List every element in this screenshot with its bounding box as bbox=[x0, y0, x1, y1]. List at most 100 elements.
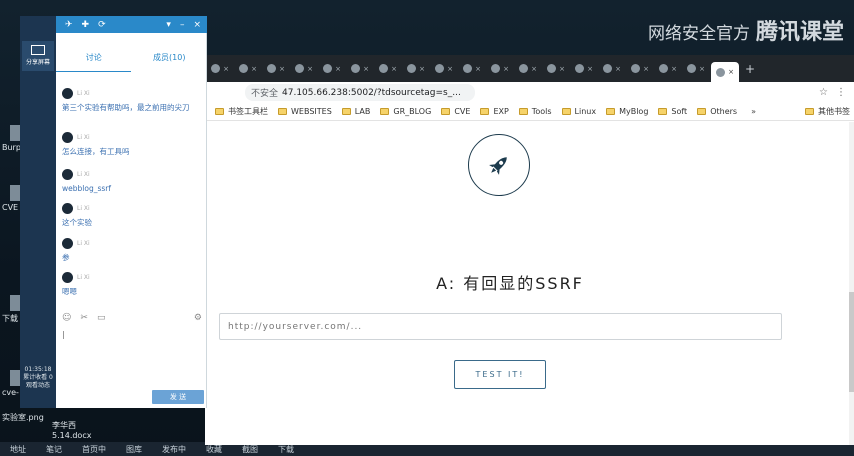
close-icon[interactable]: × bbox=[193, 20, 201, 30]
dropdown-icon[interactable]: ▾ bbox=[166, 20, 171, 30]
not-secure-label[interactable]: 不安全 bbox=[251, 86, 278, 99]
browser-tab[interactable]: × bbox=[403, 61, 429, 77]
taskbar-item[interactable]: 收藏 bbox=[206, 444, 222, 455]
minimize-icon[interactable]: – bbox=[180, 20, 185, 30]
page-title: A: 有回显的SSRF bbox=[436, 274, 584, 293]
browser-tab[interactable]: × bbox=[487, 61, 513, 77]
browser-tab[interactable]: × bbox=[459, 61, 485, 77]
url-input[interactable] bbox=[219, 313, 782, 340]
image-icon[interactable]: ▭ bbox=[97, 313, 106, 323]
browser-tab[interactable]: × bbox=[235, 61, 261, 77]
close-tab-icon[interactable]: × bbox=[671, 65, 677, 73]
watermark-text: 网络安全官方 bbox=[647, 24, 750, 44]
close-tab-icon[interactable]: × bbox=[503, 65, 509, 73]
close-tab-icon[interactable]: × bbox=[615, 65, 621, 73]
close-tab-icon[interactable]: × bbox=[307, 65, 313, 73]
close-tab-icon[interactable]: × bbox=[223, 65, 229, 73]
folder-icon bbox=[697, 108, 707, 115]
chat-app-sidebar: 分享屏幕 01:35:18 累计收看 0 观看动态 bbox=[20, 16, 56, 408]
bookmarks-more-button[interactable]: » bbox=[751, 107, 756, 116]
tab-discussion[interactable]: 讨论 bbox=[56, 52, 132, 72]
taskbar-item[interactable]: 笔记 bbox=[46, 444, 62, 455]
favicon-icon bbox=[239, 64, 249, 73]
close-tab-icon[interactable]: × bbox=[419, 65, 425, 73]
browser-tab[interactable]: × bbox=[375, 61, 401, 77]
browser-tab[interactable]: × bbox=[543, 61, 569, 77]
menu-icon[interactable]: ⋮ bbox=[836, 87, 846, 98]
close-tab-icon[interactable]: × bbox=[335, 65, 341, 73]
bookmark-folder[interactable]: Linux bbox=[561, 107, 596, 116]
send-button[interactable]: 发 送 bbox=[152, 390, 204, 404]
chat-message: Li Xi 第三个实验有帮助吗，最之前用的尖刀 bbox=[62, 88, 204, 113]
expand-icon[interactable]: ✚ bbox=[82, 20, 90, 30]
taskbar-item[interactable]: 下载 bbox=[278, 444, 294, 455]
taskbar-item[interactable]: 首页中 bbox=[82, 444, 106, 455]
close-tab-icon[interactable]: × bbox=[531, 65, 537, 73]
browser-tab[interactable]: × bbox=[347, 61, 373, 77]
browser-tab[interactable]: × bbox=[627, 61, 653, 77]
avatar bbox=[62, 88, 73, 99]
star-icon[interactable]: ☆ bbox=[819, 87, 828, 98]
close-tab-icon[interactable]: × bbox=[643, 65, 649, 73]
chat-message: Li Xi 参 bbox=[62, 238, 204, 263]
bookmark-folder[interactable]: GR_BLOG bbox=[380, 107, 431, 116]
url-text[interactable]: 47.105.66.238:5002/?tdsourcetag=s_... bbox=[282, 88, 461, 98]
browser-tab[interactable]: × bbox=[319, 61, 345, 77]
avatar bbox=[62, 203, 73, 214]
desktop-icon-docx[interactable]: 李华西 5.14.docx bbox=[52, 420, 112, 440]
taskbar-item[interactable]: 地址 bbox=[10, 444, 26, 455]
taskbar-item[interactable]: 截图 bbox=[242, 444, 258, 455]
bookmark-folder[interactable]: 书签工具栏 bbox=[215, 106, 268, 117]
bookmark-folder[interactable]: WEBSITES bbox=[278, 107, 332, 116]
active-tab[interactable]: × bbox=[711, 62, 739, 82]
browser-tab[interactable]: × bbox=[655, 61, 681, 77]
test-it-button[interactable]: TEST IT! bbox=[454, 360, 546, 389]
page-scrollbar[interactable] bbox=[849, 122, 854, 445]
pin-icon[interactable]: ✈ bbox=[65, 20, 73, 30]
bookmark-folder[interactable]: LAB bbox=[341, 107, 370, 116]
taskbar-item[interactable]: 图库 bbox=[126, 444, 142, 455]
taskbar-item[interactable]: 发布中 bbox=[162, 444, 186, 455]
message-text: 嗯嗯 bbox=[62, 287, 77, 296]
browser-tab[interactable]: × bbox=[431, 61, 457, 77]
omnibox[interactable]: 不安全 47.105.66.238:5002/?tdsourcetag=s_..… bbox=[245, 84, 475, 101]
bookmark-folder[interactable]: CVE bbox=[441, 107, 470, 116]
browser-tab[interactable]: × bbox=[599, 61, 625, 77]
close-tab-icon[interactable]: × bbox=[699, 65, 705, 73]
close-tab-icon[interactable]: × bbox=[728, 68, 734, 76]
desktop-icon-lab-png[interactable]: 实验室.png bbox=[2, 412, 57, 423]
close-tab-icon[interactable]: × bbox=[391, 65, 397, 73]
bookmark-folder[interactable]: Soft bbox=[658, 107, 687, 116]
close-tab-icon[interactable]: × bbox=[447, 65, 453, 73]
chat-input-caret[interactable]: | bbox=[62, 330, 65, 339]
browser-tab[interactable]: × bbox=[291, 61, 317, 77]
share-screen-button[interactable]: 分享屏幕 bbox=[22, 41, 54, 71]
close-tab-icon[interactable]: × bbox=[363, 65, 369, 73]
browser-tab[interactable]: × bbox=[515, 61, 541, 77]
scissors-icon[interactable]: ✂ bbox=[80, 313, 88, 323]
new-tab-button[interactable]: + bbox=[745, 62, 755, 76]
close-tab-icon[interactable]: × bbox=[559, 65, 565, 73]
bookmark-folder[interactable]: MyBlog bbox=[606, 107, 648, 116]
browser-tab[interactable]: × bbox=[683, 61, 709, 77]
close-tab-icon[interactable]: × bbox=[587, 65, 593, 73]
favicon-icon bbox=[687, 64, 697, 73]
close-tab-icon[interactable]: × bbox=[251, 65, 257, 73]
browser-tab[interactable]: × bbox=[571, 61, 597, 77]
emoji-icon[interactable]: ☺ bbox=[62, 313, 71, 323]
browser-tab[interactable]: × bbox=[207, 61, 233, 77]
tab-members[interactable]: 成员(10) bbox=[132, 52, 208, 72]
bookmark-folder[interactable]: Others bbox=[697, 107, 737, 116]
bookmark-folder[interactable]: EXP bbox=[480, 107, 509, 116]
close-tab-icon[interactable]: × bbox=[279, 65, 285, 73]
session-timer: 01:35:18 累计收看 0 观看动态 bbox=[23, 366, 53, 389]
other-bookmarks[interactable]: 其他书签 bbox=[795, 106, 850, 117]
scrollbar-thumb[interactable] bbox=[849, 292, 854, 392]
close-tab-icon[interactable]: × bbox=[475, 65, 481, 73]
browser-tab[interactable]: × bbox=[263, 61, 289, 77]
chat-titlebar: ✈ ✚ ⟳ ▾ – × bbox=[56, 16, 207, 33]
gear-icon[interactable]: ⚙ bbox=[194, 313, 202, 323]
bookmark-folder[interactable]: Tools bbox=[518, 107, 552, 116]
chat-toolbar: ☺ ✂ ▭ ⚙ bbox=[62, 313, 202, 323]
refresh-icon[interactable]: ⟳ bbox=[98, 20, 106, 30]
